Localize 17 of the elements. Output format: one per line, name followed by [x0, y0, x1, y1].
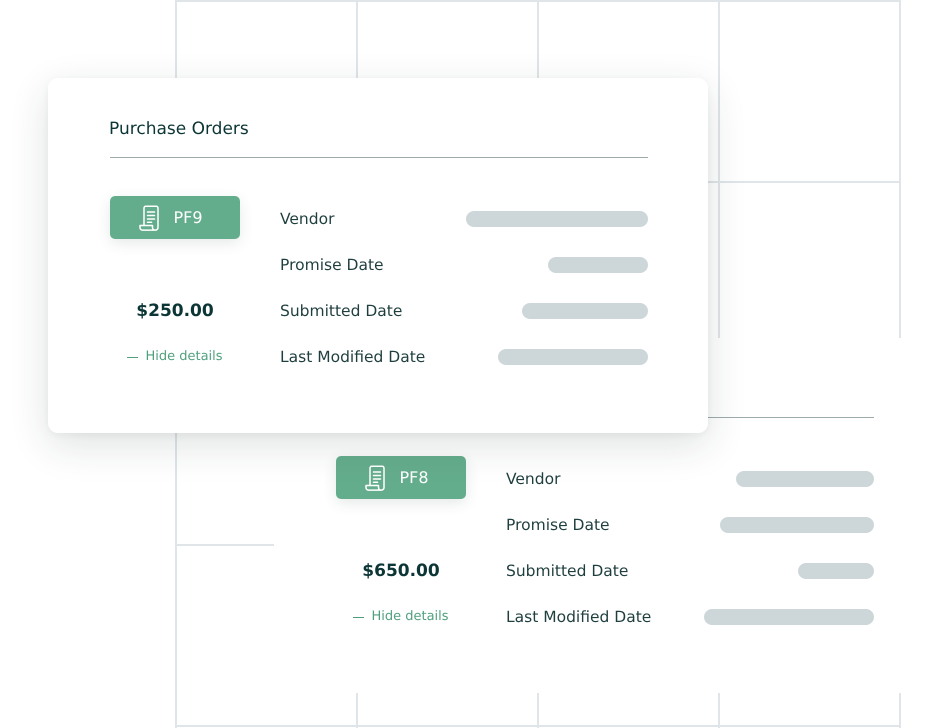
- order-number: PF9: [173, 208, 203, 228]
- field-label: Last Modified Date: [506, 607, 652, 627]
- field-label: Last Modified Date: [280, 347, 426, 367]
- order-number: PF8: [399, 468, 429, 488]
- field-label: Promise Date: [280, 255, 384, 275]
- receipt-icon: [365, 464, 386, 490]
- order-amount: $650.00: [362, 560, 440, 582]
- hide-details-link[interactable]: Hide details: [353, 608, 449, 626]
- field-label: Vendor: [280, 209, 334, 229]
- card-title: Purchase Orders: [109, 118, 249, 140]
- order-amount: $250.00: [136, 300, 214, 322]
- field-label: Promise Date: [506, 515, 610, 535]
- field-label: Submitted Date: [280, 301, 402, 321]
- field-label: Submitted Date: [506, 561, 628, 581]
- hide-details-link[interactable]: Hide details: [127, 348, 223, 366]
- field-label: Vendor: [506, 469, 560, 489]
- receipt-icon: [139, 204, 160, 230]
